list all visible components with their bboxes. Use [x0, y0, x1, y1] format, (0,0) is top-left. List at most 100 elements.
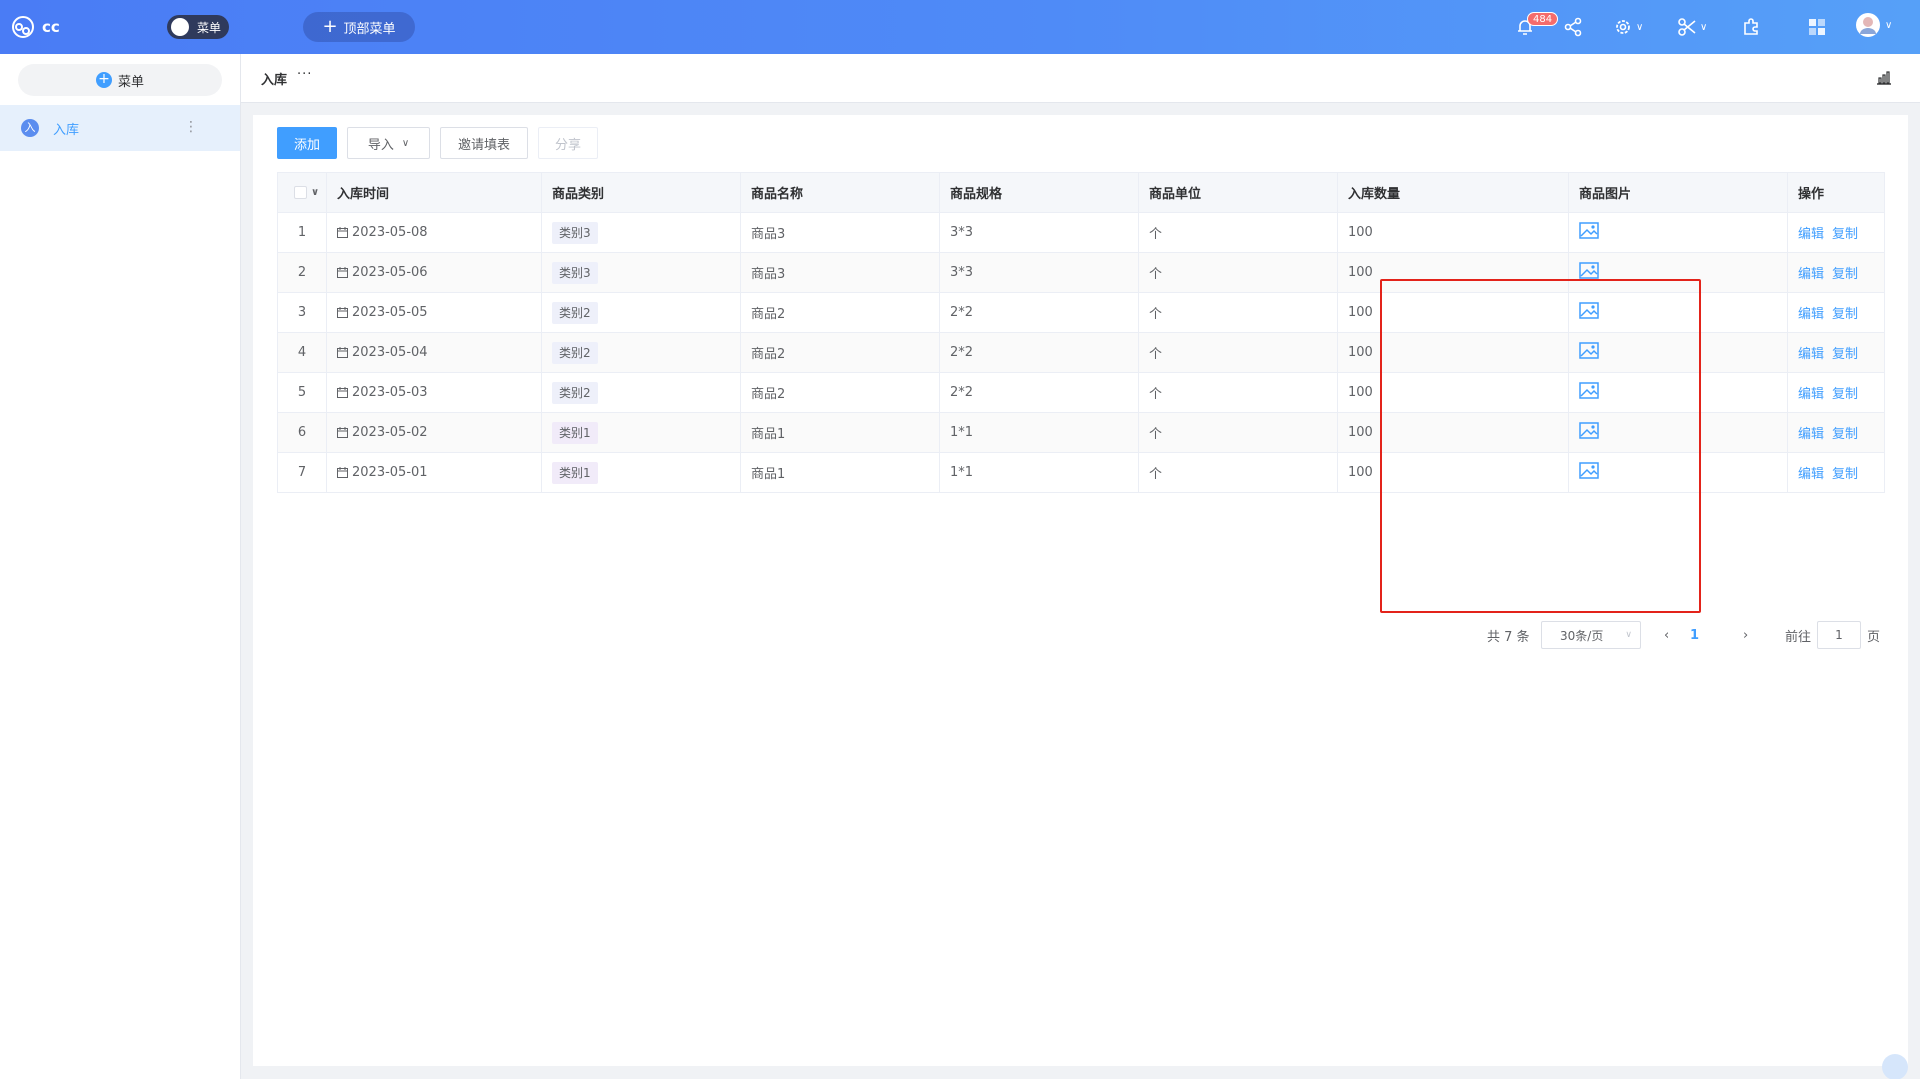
- select-all-checkbox[interactable]: [294, 186, 307, 199]
- date-cell: 2023-05-06: [326, 252, 542, 293]
- table-row[interactable]: 7 2023-05-01 类别1 商品1 1*1 个 100 编辑 复制: [277, 452, 1885, 493]
- name-cell: 商品3: [740, 212, 940, 253]
- date-value: 2023-05-01: [352, 465, 428, 480]
- image-icon[interactable]: [1579, 382, 1599, 403]
- goto-label: 前往: [1785, 629, 1812, 645]
- table-row[interactable]: 1 2023-05-08 类别3 商品3 3*3 个 100 编辑 复制: [277, 212, 1885, 253]
- import-button[interactable]: 导入 ∨: [347, 127, 430, 159]
- copy-link[interactable]: 复制: [1832, 307, 1858, 322]
- actions-cell: 编辑 复制: [1787, 372, 1885, 413]
- column-header[interactable]: 入库数量: [1337, 172, 1569, 213]
- select-all-cell[interactable]: ∨: [277, 172, 327, 213]
- copy-link[interactable]: 复制: [1832, 267, 1858, 282]
- row-index: 4: [277, 332, 327, 373]
- assistant-float-button[interactable]: [1882, 1054, 1908, 1079]
- row-index: 1: [277, 212, 327, 253]
- edit-link[interactable]: 编辑: [1798, 307, 1824, 322]
- sidebar-item-inbound[interactable]: 入 入库 ⋮: [0, 105, 240, 151]
- more-vertical-icon[interactable]: ⋮: [184, 118, 198, 136]
- table-row[interactable]: 2 2023-05-06 类别3 商品3 3*3 个 100 编辑 复制: [277, 252, 1885, 293]
- column-header[interactable]: 商品名称: [740, 172, 940, 213]
- column-header[interactable]: 入库时间: [326, 172, 542, 213]
- image-icon[interactable]: [1579, 302, 1599, 323]
- logo[interactable]: cc: [10, 14, 60, 40]
- column-header[interactable]: 商品单位: [1138, 172, 1338, 213]
- page-number[interactable]: 1: [1690, 621, 1699, 649]
- name-cell: 商品2: [740, 372, 940, 413]
- next-page-button[interactable]: ›: [1743, 621, 1748, 649]
- category-tag: 类别1: [552, 461, 598, 484]
- share-button[interactable]: [1563, 16, 1583, 38]
- edit-link[interactable]: 编辑: [1798, 227, 1824, 242]
- table-row[interactable]: 4 2023-05-04 类别2 商品2 2*2 个 100 编辑 复制: [277, 332, 1885, 373]
- table-row[interactable]: 6 2023-05-02 类别1 商品1 1*1 个 100 编辑 复制: [277, 412, 1885, 453]
- top-menu-label: 顶部菜单: [343, 21, 396, 37]
- table-row[interactable]: 5 2023-05-03 类别2 商品2 2*2 个 100 编辑 复制: [277, 372, 1885, 413]
- tools-icon: [1678, 18, 1696, 36]
- edit-link[interactable]: 编辑: [1798, 427, 1824, 442]
- apps-button[interactable]: [1808, 16, 1826, 38]
- page-size-select[interactable]: 30条/页 ∨: [1541, 621, 1641, 649]
- quantity-cell: 100: [1337, 372, 1569, 413]
- category-tag: 类别2: [552, 381, 598, 404]
- edit-link[interactable]: 编辑: [1798, 347, 1824, 362]
- copy-link[interactable]: 复制: [1832, 387, 1858, 402]
- plus-circle-icon: +: [95, 72, 112, 88]
- name-cell: 商品2: [740, 332, 940, 373]
- menu-toggle[interactable]: 菜单: [167, 15, 229, 39]
- edit-link[interactable]: 编辑: [1798, 467, 1824, 482]
- notification-button[interactable]: 484: [1515, 12, 1559, 38]
- add-menu-button[interactable]: + 菜单: [18, 64, 222, 96]
- actions-cell: 编辑 复制: [1787, 452, 1885, 493]
- edit-link[interactable]: 编辑: [1798, 387, 1824, 402]
- chevron-down-icon: ∨: [1885, 19, 1893, 31]
- category-tag: 类别1: [552, 421, 598, 444]
- page-more-button[interactable]: ···: [297, 67, 312, 82]
- invite-form-button[interactable]: 邀请填表: [440, 127, 528, 159]
- spec-cell: 2*2: [939, 332, 1139, 373]
- unit-cell: 个: [1138, 412, 1338, 453]
- chevron-down-icon: ∨: [1700, 21, 1708, 33]
- plugin-button[interactable]: [1741, 16, 1761, 38]
- table-row[interactable]: 3 2023-05-05 类别2 商品2 2*2 个 100 编辑 复制: [277, 292, 1885, 333]
- column-header[interactable]: 商品图片: [1568, 172, 1788, 213]
- image-icon[interactable]: [1579, 222, 1599, 243]
- quantity-cell: 100: [1337, 412, 1569, 453]
- unit-cell: 个: [1138, 372, 1338, 413]
- image-icon[interactable]: [1579, 422, 1599, 443]
- edit-link[interactable]: 编辑: [1798, 267, 1824, 282]
- image-cell: [1568, 212, 1788, 253]
- copy-link[interactable]: 复制: [1832, 467, 1858, 482]
- image-icon[interactable]: [1579, 342, 1599, 363]
- image-icon[interactable]: [1579, 262, 1599, 283]
- image-icon[interactable]: [1579, 462, 1599, 483]
- tools-button[interactable]: ∨: [1677, 16, 1707, 38]
- chevron-down-icon[interactable]: ∨: [311, 187, 319, 198]
- goto-page-input[interactable]: 1: [1817, 621, 1861, 649]
- unit-cell: 个: [1138, 292, 1338, 333]
- share-button: 分享: [538, 127, 598, 159]
- prev-page-button[interactable]: ‹: [1664, 621, 1669, 649]
- goto-page-value[interactable]: 1: [1817, 621, 1861, 649]
- spec-cell: 3*3: [939, 252, 1139, 293]
- column-header[interactable]: 商品规格: [939, 172, 1139, 213]
- copy-link[interactable]: 复制: [1832, 427, 1858, 442]
- column-header[interactable]: 商品类别: [541, 172, 741, 213]
- copy-link[interactable]: 复制: [1832, 227, 1858, 242]
- copy-link[interactable]: 复制: [1832, 347, 1858, 362]
- category-tag: 类别2: [552, 341, 598, 364]
- name-cell: 商品3: [740, 252, 940, 293]
- plugin-icon: [1744, 18, 1758, 35]
- settings-button[interactable]: ∨: [1613, 16, 1643, 38]
- quantity-cell: 100: [1337, 452, 1569, 493]
- add-button[interactable]: 添加: [277, 127, 337, 159]
- logo-icon: [12, 16, 34, 38]
- top-menu-button[interactable]: + 顶部菜单: [303, 12, 415, 42]
- chart-icon[interactable]: [1876, 71, 1892, 89]
- user-menu[interactable]: ∨: [1855, 13, 1893, 37]
- category-cell: 类别2: [541, 292, 741, 333]
- unit-cell: 个: [1138, 452, 1338, 493]
- name-cell: 商品1: [740, 452, 940, 493]
- calendar-icon: [337, 425, 352, 440]
- add-menu-label: 菜单: [117, 74, 144, 90]
